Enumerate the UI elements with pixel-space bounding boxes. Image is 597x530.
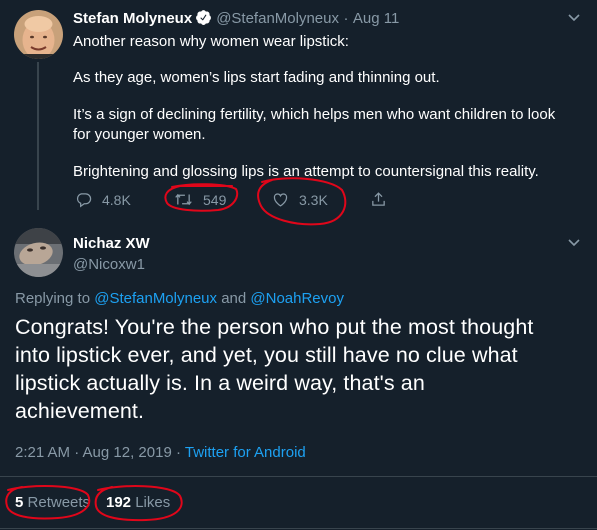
tweet-paragraph: As they age, women’s lips start fading a… [73,69,440,86]
source-link[interactable]: Twitter for Android [185,444,306,461]
reply-line: lipstick actually is. In a weird way, th… [15,371,425,395]
reply-line: achievement. [15,399,145,423]
likes-stat[interactable]: 192 Likes [106,494,170,511]
display-name[interactable]: Stefan Molyneux [73,10,192,27]
nichaz-avatar[interactable] [14,228,63,277]
tweet-paragraph: Another reason why women wear lipstick: [73,33,349,50]
reply-chevron-down-icon[interactable] [566,234,582,255]
replying-to: Replying to @StefanMolyneux and @NoahRev… [15,290,344,307]
handle[interactable]: @StefanMolyneux [216,10,339,27]
reply-handle[interactable]: @Nicoxw1 [73,256,145,273]
thread-line [37,62,39,210]
reply-display-name[interactable]: Nichaz XW [73,235,150,252]
tweet-date[interactable]: Aug 11 [353,10,399,27]
likes-count: 192 [106,494,132,511]
like-button[interactable]: 3.3K [272,191,328,208]
reply-line: into lipstick ever, and yet, you still h… [15,343,518,367]
reply-icon [75,191,92,208]
divider [0,476,597,477]
separator-dot: · [343,10,349,27]
tweet-paragraph: It’s a sign of declining fertility, whic… [73,106,556,123]
chevron-down-icon[interactable] [566,9,582,30]
share-button[interactable] [370,191,387,208]
mention-stefanmolyneux[interactable]: @StefanMolyneux [94,290,217,307]
share-icon [370,191,387,208]
retweet-count: 549 [203,191,227,208]
stefan-avatar[interactable] [14,10,63,59]
reply-text: Congrats! You're the person who put the … [15,313,533,425]
verified-icon [195,9,212,31]
like-count: 3.3K [299,191,328,208]
reply-timestamp[interactable]: 2:21 AM · Aug 12, 2019 · [15,444,181,461]
tweet-text: Another reason why women wear lipstick: [73,32,583,52]
mention-noahrevoy[interactable]: @NoahRevoy [250,290,344,307]
reply-button[interactable]: 4.8K [75,191,131,208]
retweets-count: 5 [15,494,24,511]
replying-and: and [221,290,247,307]
heart-icon [272,191,289,208]
replying-prefix: Replying to [15,290,91,307]
retweets-label: Retweets [27,494,91,511]
tweet-paragraph: for younger women. [73,126,206,143]
retweets-stat[interactable]: 5 Retweets [15,494,90,511]
likes-label: Likes [135,494,171,511]
reply-line: Congrats! You're the person who put the … [15,315,534,339]
retweet-button[interactable]: 549 [174,191,226,208]
reply-count: 4.8K [102,191,131,208]
bottom-divider [0,528,597,529]
tweet-paragraph: Brightening and glossing lips is an atte… [73,163,539,180]
retweet-icon [174,191,193,208]
reply-meta: 2:21 AM · Aug 12, 2019 · Twitter for And… [15,444,306,461]
